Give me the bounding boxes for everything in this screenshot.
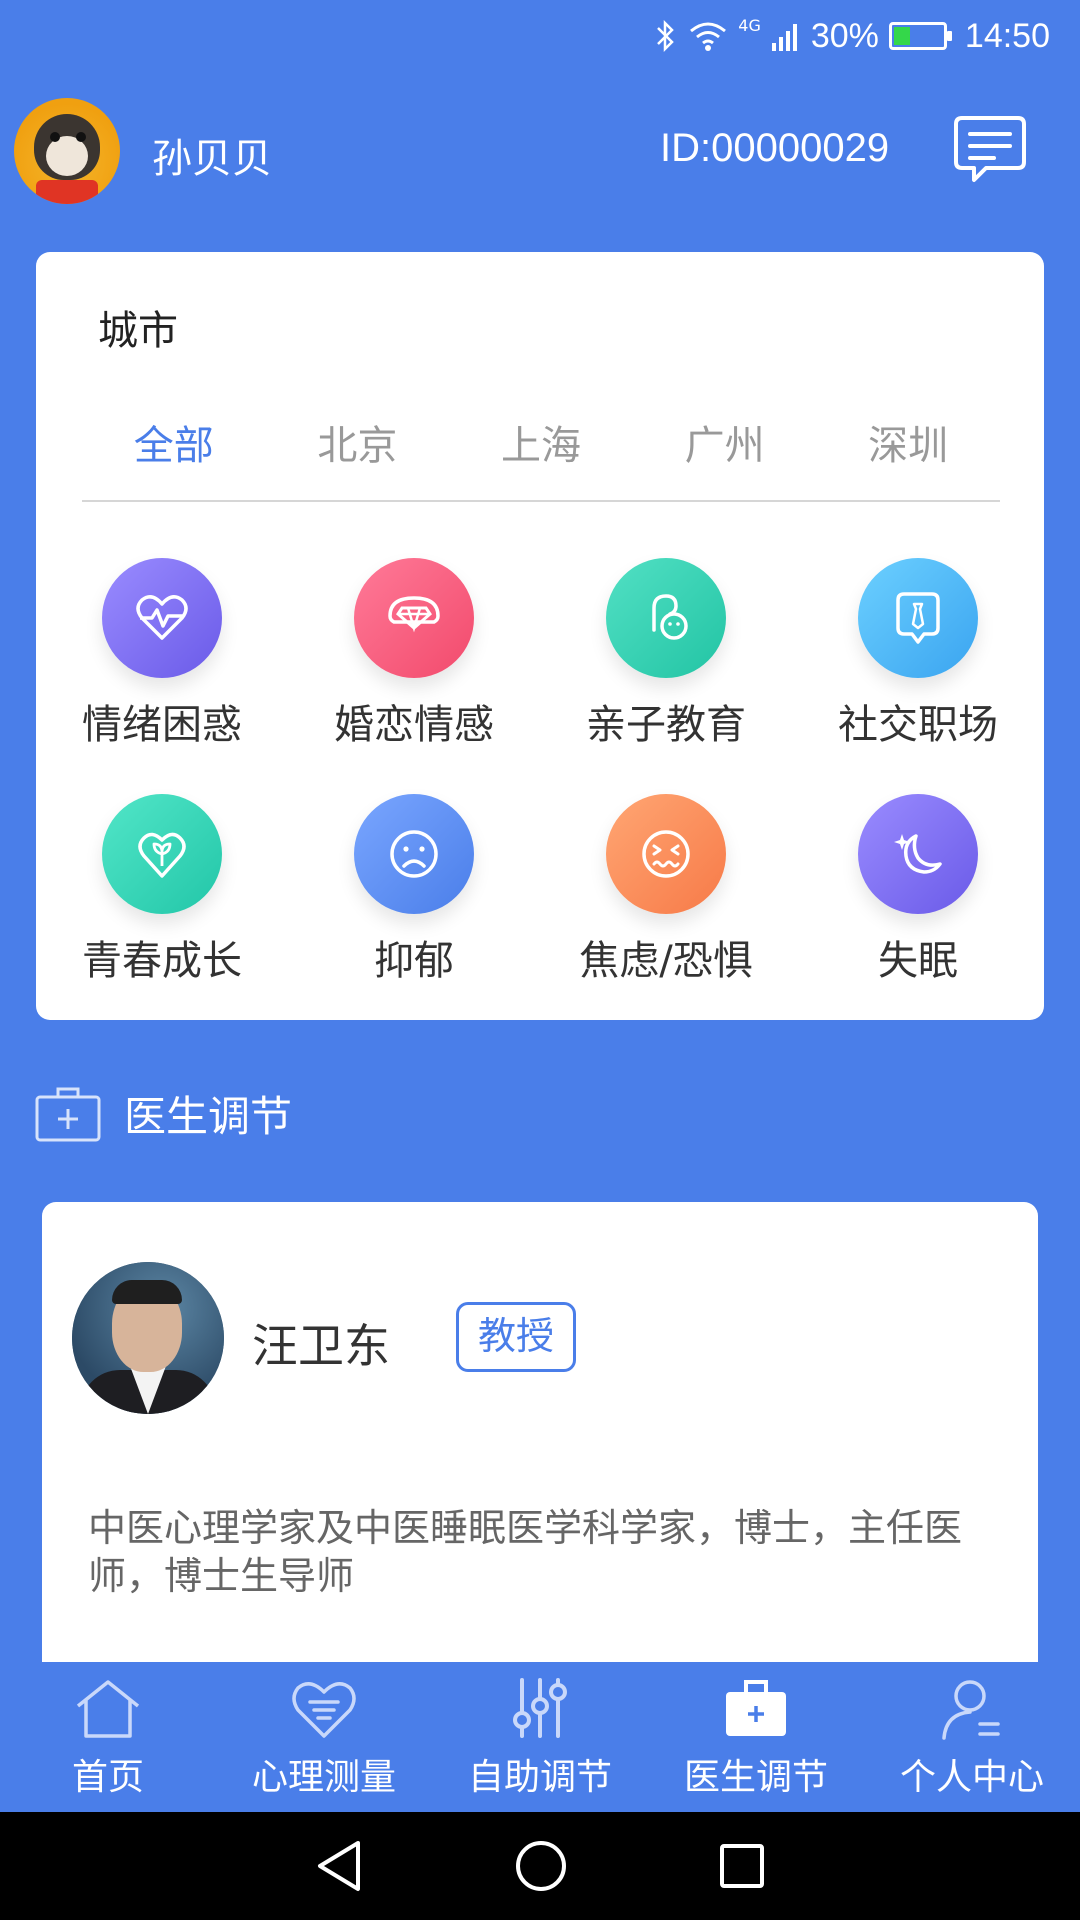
recents-icon[interactable] — [718, 1842, 766, 1890]
nav-label: 个人中心 — [899, 1757, 1044, 1798]
category-social-work[interactable]: 社交职场 — [792, 558, 1044, 750]
tab-all[interactable]: 全部 — [82, 410, 266, 500]
tie-icon — [858, 558, 978, 678]
medical-kit-icon — [35, 1087, 101, 1142]
tab-shenzhen[interactable]: 深圳 — [816, 410, 1000, 500]
nav-label: 首页 — [71, 1757, 144, 1798]
section-title: 医生调节 — [124, 1091, 293, 1141]
city-tabs: 全部 北京 上海 广州 深圳 — [82, 410, 1000, 502]
nav-profile[interactable]: 个人中心 — [864, 1662, 1080, 1812]
doctor-description: 中医心理学家及中医睡眠医学科学家，博士，主任医师，博士生导师 — [88, 1506, 963, 1598]
wifi-icon — [690, 22, 727, 51]
doctor-photo — [72, 1262, 224, 1414]
city-card: 城市 全部 北京 上海 广州 深圳 情绪困惑 婚恋情感 亲子教育 社交职场 青春… — [36, 252, 1044, 1020]
back-icon[interactable] — [314, 1839, 364, 1893]
tab-beijing[interactable]: 北京 — [266, 410, 450, 500]
category-youth[interactable]: 青春成长 — [36, 794, 288, 986]
heart-list-icon — [292, 1682, 356, 1738]
clock: 14:50 — [964, 16, 1050, 55]
category-label: 抑郁 — [374, 938, 454, 984]
bottom-nav: 首页 心理测量 自助调节 医生调节 个人中心 — [0, 1662, 1080, 1812]
system-nav-bar — [0, 1812, 1080, 1920]
battery-percent: 30% — [810, 16, 879, 55]
category-label: 焦虑/恐惧 — [579, 938, 753, 984]
nav-self-help[interactable]: 自助调节 — [432, 1662, 648, 1812]
sprout-icon — [102, 794, 222, 914]
network-type-label: 4G — [738, 16, 761, 35]
avatar[interactable] — [14, 98, 120, 204]
home-icon — [76, 1680, 140, 1738]
sad-face-icon — [354, 794, 474, 914]
baby-icon — [606, 558, 726, 678]
city-title: 城市 — [98, 308, 178, 354]
category-emotion[interactable]: 情绪困惑 — [36, 558, 288, 750]
category-anxiety[interactable]: 焦虑/恐惧 — [540, 794, 792, 986]
category-label: 青春成长 — [82, 938, 242, 984]
bluetooth-icon — [657, 19, 675, 53]
nav-psych-test[interactable]: 心理测量 — [216, 1662, 432, 1812]
message-icon[interactable] — [952, 110, 1028, 186]
category-label: 社交职场 — [838, 702, 998, 748]
heartbeat-icon — [102, 558, 222, 678]
nav-label: 医生调节 — [683, 1757, 828, 1798]
medical-kit-icon — [726, 1680, 786, 1736]
profile-header: 孙贝贝 ID:00000029 — [0, 92, 1080, 208]
doctor-name: 汪卫东 — [252, 1319, 390, 1373]
category-romance[interactable]: 婚恋情感 — [288, 558, 540, 750]
diamond-icon — [354, 558, 474, 678]
battery-icon — [888, 22, 952, 50]
category-label: 婚恋情感 — [334, 702, 494, 748]
signal-icon — [771, 24, 797, 51]
moon-icon — [858, 794, 978, 914]
category-label: 情绪困惑 — [82, 702, 242, 748]
tab-shanghai[interactable]: 上海 — [449, 410, 633, 500]
nav-doctor[interactable]: 医生调节 — [648, 1662, 864, 1812]
category-label: 亲子教育 — [586, 702, 746, 748]
category-depression[interactable]: 抑郁 — [288, 794, 540, 986]
category-insomnia[interactable]: 失眠 — [792, 794, 1044, 986]
tab-guangzhou[interactable]: 广州 — [633, 410, 817, 500]
sliders-icon — [513, 1678, 567, 1738]
nav-label: 心理测量 — [251, 1757, 396, 1798]
category-parenting[interactable]: 亲子教育 — [540, 558, 792, 750]
category-grid: 情绪困惑 婚恋情感 亲子教育 社交职场 青春成长 抑郁 焦虑/恐惧 失眠 — [36, 558, 1044, 986]
section-header: 医生调节 — [34, 1080, 292, 1146]
doctor-title-badge: 教授 — [456, 1302, 576, 1372]
doctor-card[interactable]: 汪卫东 教授 中医心理学家及中医睡眠医学科学家，博士，主任医师，博士生导师 — [42, 1202, 1038, 1662]
person-icon — [942, 1680, 1000, 1740]
username: 孙贝贝 — [152, 136, 272, 182]
nav-home[interactable]: 首页 — [0, 1662, 216, 1812]
category-label: 失眠 — [878, 938, 958, 984]
status-bar: 4G 30% 14:50 — [0, 0, 1080, 72]
home-circle-icon[interactable] — [514, 1839, 568, 1893]
anxious-face-icon — [606, 794, 726, 914]
user-id: ID:00000029 — [660, 126, 890, 170]
nav-label: 自助调节 — [467, 1757, 612, 1798]
